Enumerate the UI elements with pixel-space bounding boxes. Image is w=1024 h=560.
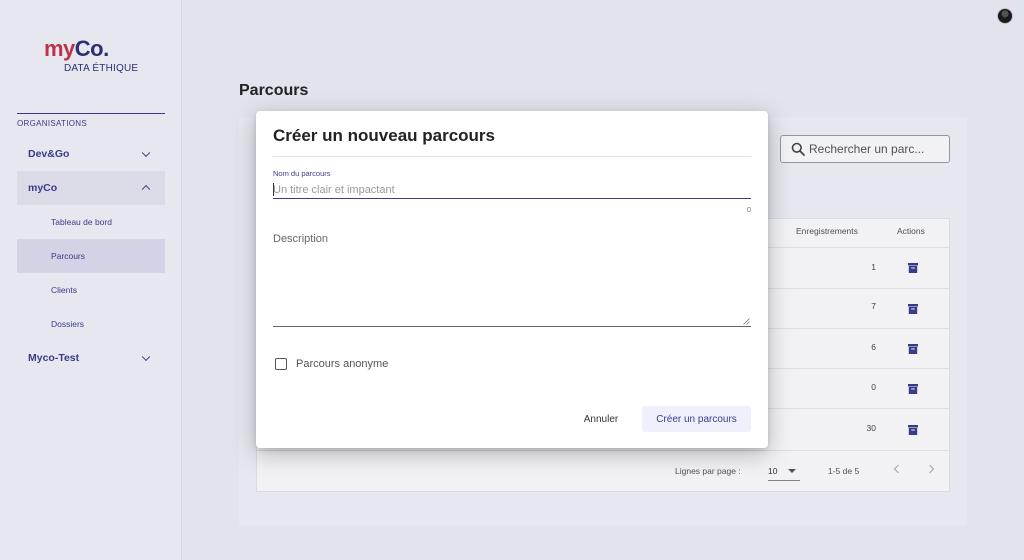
create-parcours-dialog: Créer un nouveau parcours Nom du parcour… [256, 111, 768, 448]
name-field-label: Nom du parcours [273, 169, 331, 178]
anonymous-checkbox-label[interactable]: Parcours anonyme [296, 358, 388, 371]
text-cursor [273, 183, 274, 196]
dialog-divider [273, 156, 751, 157]
create-parcours-button[interactable]: Créer un parcours [642, 406, 751, 432]
dialog-title: Créer un nouveau parcours [273, 126, 496, 145]
description-field[interactable] [273, 249, 751, 327]
cancel-button[interactable]: Annuler [572, 407, 630, 431]
resize-handle-icon[interactable] [743, 318, 750, 325]
name-field[interactable] [273, 181, 751, 199]
anonymous-checkbox[interactable] [275, 358, 287, 370]
name-char-count: 0 [746, 205, 751, 214]
description-field-label: Description [273, 233, 329, 245]
